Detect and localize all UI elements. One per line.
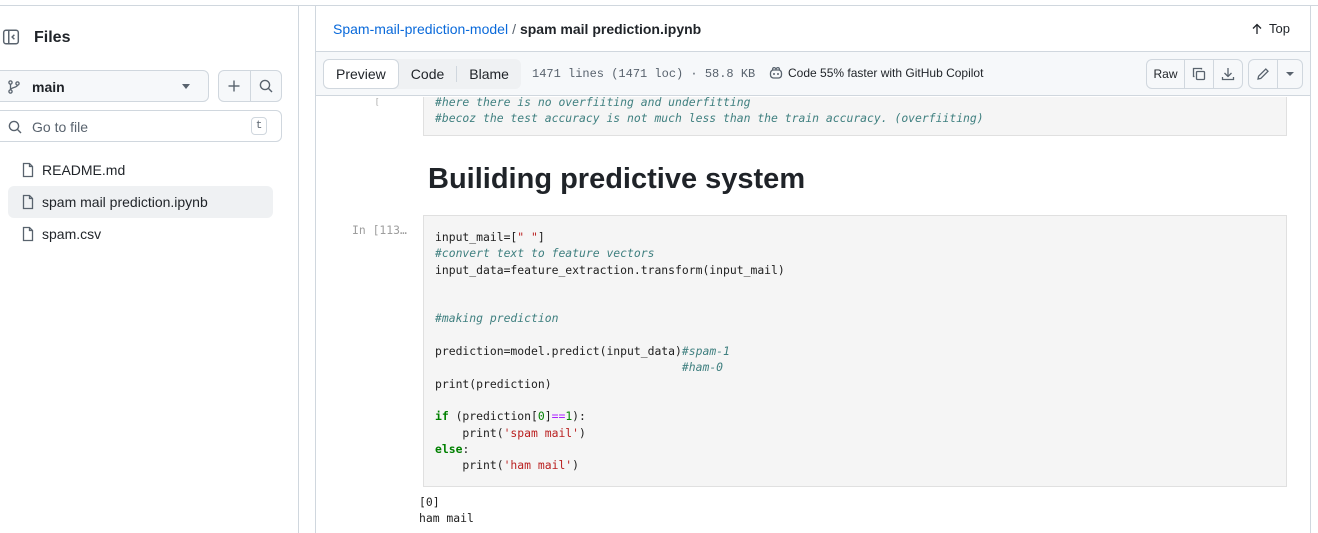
- file-name: spam.csv: [42, 226, 102, 242]
- code-cell: input_mail=[" "] #convert text to featur…: [423, 215, 1287, 487]
- git-branch-icon: [6, 79, 22, 100]
- search-icon: [7, 119, 23, 140]
- code-source: input_mail=[" "] #convert text to featur…: [435, 230, 785, 473]
- previous-code-cell: #here there is no overfiiting and underf…: [423, 97, 1287, 136]
- file-list: README.md spam mail prediction.ipynb spa…: [0, 154, 299, 250]
- go-to-file-input[interactable]: Go to file t: [0, 110, 282, 142]
- file-name: spam mail prediction.ipynb: [42, 194, 208, 210]
- breadcrumb: Spam-mail-prediction-model / spam mail pre…: [333, 21, 701, 37]
- raw-button[interactable]: Raw: [1147, 60, 1184, 88]
- file-meta: 1471 lines (1471 loc) · 58.8 KB: [532, 67, 756, 81]
- copilot-text: Code 55% faster with GitHub Copilot: [788, 66, 984, 80]
- pencil-icon: [1257, 68, 1269, 80]
- file-item-notebook[interactable]: spam mail prediction.ipynb: [8, 186, 273, 218]
- file-name: README.md: [42, 162, 126, 178]
- file-icon: [20, 226, 36, 247]
- edit-group: [1248, 59, 1303, 89]
- search-icon: [259, 79, 273, 93]
- tab-preview[interactable]: Preview: [323, 59, 399, 89]
- branch-selector[interactable]: main: [0, 70, 209, 102]
- copilot-promo[interactable]: Code 55% faster with GitHub Copilot: [768, 65, 983, 81]
- shortcut-key-badge: t: [251, 117, 267, 135]
- download-icon: [1221, 68, 1235, 81]
- copilot-icon: [769, 66, 783, 79]
- output-line: ham mail: [419, 511, 474, 526]
- go-to-file-placeholder: Go to file: [32, 119, 89, 135]
- file-item-csv[interactable]: spam.csv: [8, 218, 273, 250]
- file-toolbar: Preview Code Blame 1471 lines (1471 loc)…: [316, 51, 1310, 96]
- search-button[interactable]: [249, 71, 281, 101]
- code-comment: #becoz the test accuracy is not much les…: [435, 111, 984, 126]
- copy-icon: [1192, 67, 1206, 81]
- plus-icon: [228, 80, 240, 92]
- chevron-down-icon: [182, 84, 190, 89]
- sidebar-title: Files: [34, 29, 71, 46]
- cell-output: [0] ham mail: [419, 494, 474, 527]
- edit-button[interactable]: [1249, 60, 1277, 88]
- breadcrumb-current-file: spam mail prediction.ipynb: [519, 21, 702, 37]
- file-icon: [20, 194, 36, 215]
- top-label: Top: [1269, 21, 1290, 36]
- breadcrumb-repo-link[interactable]: Spam-mail-prediction-model: [333, 21, 508, 37]
- prev-cell-prompt-fragment: [: [376, 97, 379, 106]
- copy-button[interactable]: [1184, 60, 1213, 88]
- collapse-sidebar-icon[interactable]: [2, 28, 20, 46]
- breadcrumb-separator: /: [512, 21, 516, 37]
- view-mode-tabs: Preview Code Blame: [323, 59, 521, 89]
- back-to-top-link[interactable]: Top: [1251, 21, 1290, 36]
- tab-blame[interactable]: Blame: [457, 59, 521, 89]
- arrow-up-icon: [1252, 23, 1262, 34]
- tab-code[interactable]: Code: [399, 59, 456, 89]
- output-line: [0]: [419, 495, 440, 509]
- raw-copy-download-group: Raw: [1146, 59, 1243, 89]
- cell-prompt: In [113…: [352, 223, 407, 237]
- edit-dropdown-button[interactable]: [1277, 60, 1302, 88]
- file-tree-sidebar: Files main Go to file t README.md spam m…: [0, 6, 299, 533]
- chevron-down-icon: [1286, 72, 1294, 76]
- sidebar-actions: [218, 70, 282, 102]
- add-file-button[interactable]: [219, 71, 250, 101]
- branch-name: main: [32, 79, 65, 95]
- download-button[interactable]: [1213, 60, 1242, 88]
- file-view: Spam-mail-prediction-model / spam mail pre…: [315, 6, 1311, 533]
- markdown-heading: Builiding predictive system: [428, 163, 806, 195]
- file-icon: [20, 162, 36, 183]
- code-comment: #here there is no overfiiting and underf…: [435, 97, 751, 109]
- notebook-preview: [ #here there is no overfiiting and unde…: [316, 97, 1310, 533]
- file-item-readme[interactable]: README.md: [8, 154, 273, 186]
